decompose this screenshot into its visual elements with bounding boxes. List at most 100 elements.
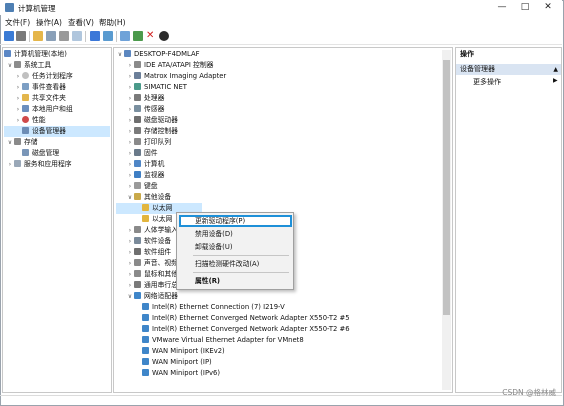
uninstall-x-icon[interactable]: ✕ [146,30,154,41]
network-adapter-icon [142,336,149,343]
device-category[interactable]: › 打印队列 [116,137,442,148]
minimize-button[interactable]: — [492,1,512,13]
chevron-right-icon[interactable]: › [126,115,134,126]
chevron-right-icon[interactable]: › [14,93,22,104]
chevron-down-icon[interactable]: ∨ [6,60,14,71]
actions-device-manager[interactable]: 设备管理器 ▲ [456,64,561,75]
action-pane-icon[interactable] [103,31,113,41]
chevron-down-icon[interactable]: ∨ [116,49,124,60]
ctx-update-driver[interactable]: 更新驱动程序(P) [195,216,245,226]
device-item[interactable]: WAN Miniport (IP) [116,357,442,368]
tree-item-disk-management[interactable]: 磁盘管理 [4,148,110,159]
chevron-right-icon[interactable]: › [6,159,14,170]
help-icon[interactable] [90,31,100,41]
chevron-right-icon[interactable]: › [126,148,134,159]
ctx-uninstall-device[interactable]: 卸载设备(U) [195,242,232,252]
folder-up-icon[interactable] [33,31,43,41]
menu-file[interactable]: 文件(F) [5,17,30,28]
tree-label: 本地用户和组 [32,105,73,113]
chevron-down-icon[interactable]: ∨ [126,291,134,302]
device-item[interactable]: Intel(R) Ethernet Converged Network Adap… [116,313,442,324]
device-item[interactable]: Intel(R) Ethernet Connection (7) I219-V [116,302,442,313]
tree-item-device-manager[interactable]: 设备管理器 [4,126,110,137]
chevron-right-icon[interactable]: ▶ [553,77,558,84]
chevron-right-icon[interactable]: › [126,181,134,192]
chevron-right-icon[interactable]: › [14,115,22,126]
chevron-right-icon[interactable]: › [126,269,134,280]
tree-item-shared-folders[interactable]: › 共享文件夹 [4,93,110,104]
tree-item-task-scheduler[interactable]: › 任务计划程序 [4,71,110,82]
chevron-right-icon[interactable]: › [14,71,22,82]
scan-hardware-icon[interactable] [159,31,169,41]
device-root[interactable]: ∨ DESKTOP-F4DMLAF [116,49,442,60]
ctx-properties[interactable]: 属性(R) [195,276,220,286]
tree-item-computer-management[interactable]: 计算机管理(本地) [4,49,110,60]
tree-item-storage[interactable]: ∨ 存储 [4,137,110,148]
tree-item-performance[interactable]: › 性能 [4,115,110,126]
menu-action[interactable]: 操作(A) [36,17,62,28]
scrollbar-thumb[interactable] [443,60,450,315]
chevron-right-icon[interactable]: › [126,137,134,148]
device-item[interactable]: WAN Miniport (IKEv2) [116,346,442,357]
chevron-right-icon[interactable]: › [126,60,134,71]
chevron-right-icon[interactable]: › [126,225,134,236]
device-category[interactable]: › 传感器 [116,104,442,115]
close-button[interactable]: ✕ [538,1,558,13]
back-arrow-icon[interactable] [4,31,14,41]
chevron-right-icon[interactable]: › [126,159,134,170]
chevron-right-icon[interactable]: › [126,236,134,247]
chevron-right-icon[interactable]: › [126,82,134,93]
tree-item-local-users[interactable]: › 本地用户和组 [4,104,110,115]
chevron-right-icon[interactable]: › [126,280,134,291]
tree-item-services-apps[interactable]: › 服务和应用程序 [4,159,110,170]
device-category[interactable]: ∨ 网络适配器 [116,291,442,302]
show-hide-tree-icon[interactable] [46,31,56,41]
ctx-disable-device[interactable]: 禁用设备(D) [195,229,233,239]
collapse-up-icon[interactable]: ▲ [553,64,558,75]
menu-help[interactable]: 帮助(H) [99,17,126,28]
ctx-scan-hardware[interactable]: 扫描检测硬件改动(A) [195,259,259,269]
chevron-right-icon[interactable]: › [126,170,134,181]
toolbar: ✕ [0,29,562,45]
device-category[interactable]: ∨ 其他设备 [116,192,442,203]
device-category[interactable]: › SIMATIC NET [116,82,442,93]
device-category[interactable]: › 存储控制器 [116,126,442,137]
device-item[interactable]: Intel(R) Ethernet Converged Network Adap… [116,324,442,335]
maximize-button[interactable]: □ [515,1,535,13]
chevron-right-icon[interactable]: › [126,71,134,82]
chevron-down-icon[interactable]: ∨ [126,192,134,203]
monitor-icon[interactable] [120,31,130,41]
forward-arrow-icon[interactable] [16,31,26,41]
device-category[interactable]: › 固件 [116,148,442,159]
chevron-right-icon[interactable]: › [14,82,22,93]
chevron-right-icon[interactable]: › [126,126,134,137]
ctx-separator [193,272,289,273]
users-icon [22,105,29,112]
device-category[interactable]: › 磁盘驱动器 [116,115,442,126]
tree-label: 任务计划程序 [32,72,73,80]
device-category[interactable]: › 处理器 [116,93,442,104]
device-category[interactable]: › IDE ATA/ATAPI 控制器 [116,60,442,71]
device-category[interactable]: › Matrox Imaging Adapter [116,71,442,82]
chevron-right-icon[interactable]: › [126,93,134,104]
device-category[interactable]: › 监视器 [116,170,442,181]
device-item[interactable]: VMware Virtual Ethernet Adapter for VMne… [116,335,442,346]
device-category[interactable]: › 键盘 [116,181,442,192]
chevron-down-icon[interactable]: ∨ [6,137,14,148]
chevron-right-icon[interactable]: › [126,247,134,258]
software-component-icon [134,248,141,255]
device-item[interactable]: WAN Miniport (IPv6) [116,368,442,379]
tree-item-system-tools[interactable]: ∨ 系统工具 [4,60,110,71]
warning-device-icon [142,215,149,222]
chevron-right-icon[interactable]: › [14,104,22,115]
update-driver-icon[interactable] [133,31,143,41]
tree-item-event-viewer[interactable]: › 事件查看器 [4,82,110,93]
more-actions-link[interactable]: 更多操作 [473,77,501,87]
properties-icon[interactable] [59,31,69,41]
export-list-icon[interactable] [72,31,82,41]
network-adapter-icon [142,303,149,310]
chevron-right-icon[interactable]: › [126,258,134,269]
menu-view[interactable]: 查看(V) [68,17,94,28]
device-category[interactable]: › 计算机 [116,159,442,170]
chevron-right-icon[interactable]: › [126,104,134,115]
